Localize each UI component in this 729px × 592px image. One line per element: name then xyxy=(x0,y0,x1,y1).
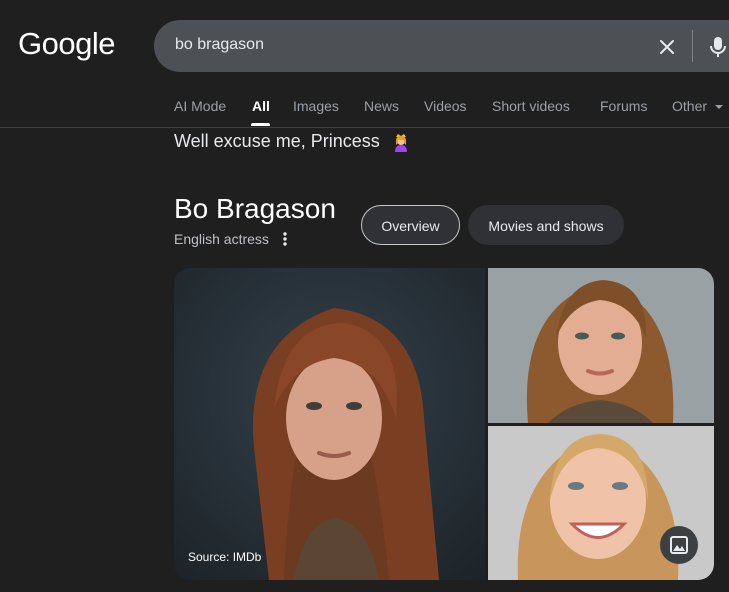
entity-description: English actress xyxy=(174,231,269,247)
tab-videos[interactable]: Videos xyxy=(424,98,467,114)
entity-image-grid: Source: IMDb xyxy=(174,268,714,580)
more-vert-icon xyxy=(283,232,287,246)
tab-other[interactable]: Other xyxy=(672,98,724,114)
google-logo[interactable]: Google xyxy=(18,26,115,62)
princess-emoji-icon xyxy=(394,134,407,153)
tab-images[interactable]: Images xyxy=(293,98,339,114)
tab-forums[interactable]: Forums xyxy=(600,98,647,114)
headline-text: Well excuse me, Princess xyxy=(174,131,380,151)
active-tab-indicator xyxy=(251,123,270,126)
image-source-label[interactable]: Source: IMDb xyxy=(188,550,261,564)
voice-search-button[interactable] xyxy=(706,34,729,60)
featured-headline[interactable]: Well excuse me, Princess xyxy=(174,131,411,153)
search-bar[interactable]: bo bragason xyxy=(154,20,729,72)
more-options-button[interactable] xyxy=(278,229,292,249)
main-portrait-image[interactable] xyxy=(174,268,485,580)
tab-short-videos[interactable]: Short videos xyxy=(492,98,570,114)
chip-movies-and-shows[interactable]: Movies and shows xyxy=(468,205,624,245)
clear-search-button[interactable] xyxy=(654,34,680,60)
tab-all[interactable]: All xyxy=(252,98,270,114)
tabs-divider xyxy=(0,127,729,128)
tab-other-label: Other xyxy=(672,98,708,114)
chevron-down-icon xyxy=(714,105,723,110)
tab-news[interactable]: News xyxy=(364,98,399,114)
search-divider xyxy=(692,30,693,62)
portrait-image-2[interactable] xyxy=(488,268,714,423)
tab-ai-mode[interactable]: AI Mode xyxy=(174,98,226,114)
view-images-button[interactable] xyxy=(660,526,698,564)
image-icon xyxy=(670,536,688,554)
chip-overview[interactable]: Overview xyxy=(361,205,460,245)
mic-icon xyxy=(710,37,726,57)
entity-title: Bo Bragason xyxy=(174,193,336,224)
search-input[interactable]: bo bragason xyxy=(175,36,264,54)
search-tabs: AI Mode All Images News Videos Short vid… xyxy=(0,96,729,126)
close-icon xyxy=(660,40,674,54)
